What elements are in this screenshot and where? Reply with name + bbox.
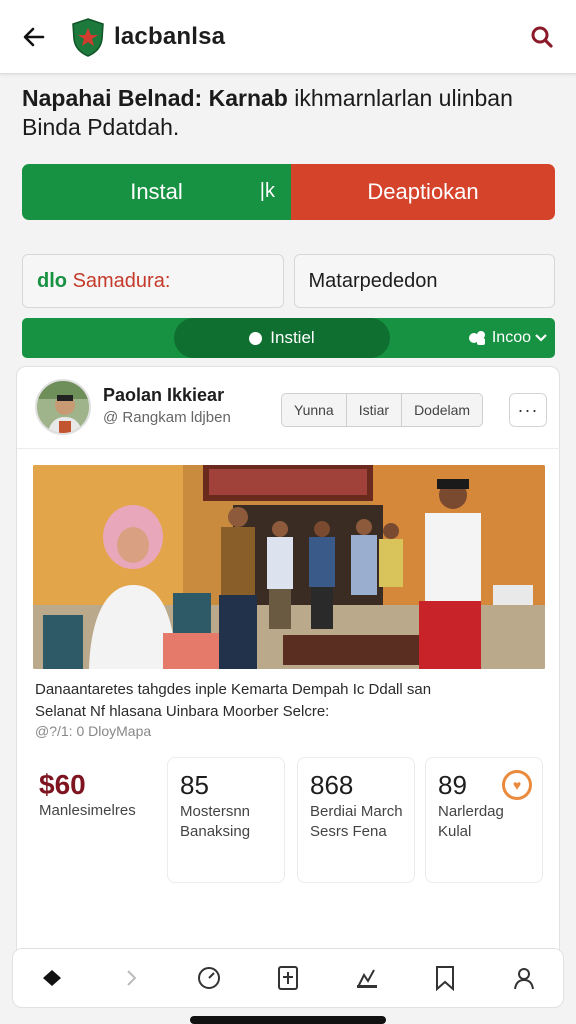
- post-photo[interactable]: [33, 465, 545, 669]
- bookmark-icon: [436, 966, 455, 991]
- avatar-image: [37, 381, 89, 433]
- open-button[interactable]: Deaptiokan: [291, 164, 555, 220]
- install-label: Instal: [130, 179, 183, 204]
- chart-icon: [356, 969, 377, 988]
- category-field-value: Matarpededon: [308, 269, 438, 292]
- top-app-bar: lacbanlsa: [0, 0, 576, 74]
- stat-card-price[interactable]: $60 Manlesimelres: [27, 757, 145, 883]
- location-field[interactable]: dlo Samadura:: [22, 254, 284, 308]
- plus-box-icon: [277, 966, 298, 990]
- stat-value: $60: [39, 769, 86, 800]
- action-buttons: Instal |k Deaptiokan: [22, 164, 555, 220]
- install-banner: Instiel Incoo: [22, 318, 555, 358]
- stat-card-85[interactable]: 85 Mostersnn Banaksing: [167, 757, 285, 883]
- post-author[interactable]: Paolan Ikkiear: [103, 385, 224, 406]
- back-button[interactable]: [16, 19, 52, 55]
- post-caption: Danaantaretes tahgdes inple Kemarta Demp…: [35, 679, 545, 723]
- more-options-button[interactable]: ···: [509, 393, 547, 427]
- location-field-prefix: dlo: [37, 269, 67, 292]
- install-button[interactable]: Instal |k: [22, 164, 291, 220]
- caption-line-2: Selanat Nf hlasana Uinbara Moorber Selcr…: [35, 703, 330, 720]
- status-dot-icon: [249, 331, 263, 345]
- arrow-left-icon: [23, 27, 45, 46]
- stat-label: Narlerdag Kulal: [438, 803, 504, 840]
- open-label: Deaptiokan: [367, 179, 479, 204]
- stat-value: 89: [438, 770, 467, 800]
- page-headline: Napahai Belnad: Karnab ikhmarnlarlan uli…: [22, 84, 562, 142]
- stat-card-89[interactable]: 89 Narlerdag Kulal ♥: [425, 757, 543, 883]
- post-header: Paolan Ikkiear @ Rangkam ldjben Yunna Is…: [17, 367, 561, 449]
- post-meta: @?/1: 0 DloyMapa: [35, 723, 152, 739]
- stat-value: 868: [310, 770, 354, 800]
- shield-logo-icon: [72, 17, 104, 57]
- install-pill-label: Instiel: [270, 328, 315, 347]
- headline-bold: Napahai Belnad: Karnab: [22, 85, 288, 111]
- caption-line-1: Danaantaretes tahgdes inple Kemarta Demp…: [35, 681, 432, 698]
- stat-label: Manlesimelres: [39, 802, 136, 819]
- nav-add[interactable]: [268, 958, 308, 998]
- post-handle: @ Rangkam ldjben: [103, 409, 231, 426]
- dashboard-icon: [198, 967, 221, 989]
- stat-label: Berdiai March Sesrs Fena: [310, 803, 403, 840]
- chevron-down-icon: [535, 334, 547, 342]
- nav-home[interactable]: [32, 958, 72, 998]
- post-segment-control: Yunna Istiar Dodelam: [281, 393, 484, 427]
- home-icon: [43, 970, 62, 986]
- category-field[interactable]: Matarpededon: [293, 254, 555, 308]
- nav-stats[interactable]: [347, 958, 387, 998]
- heart-badge-icon: ♥: [502, 770, 532, 800]
- headline-line2: Binda Pdatdah.: [22, 114, 180, 140]
- home-indicator: [190, 1016, 386, 1024]
- stat-label: Mostersnn Banaksing: [180, 803, 251, 840]
- search-button[interactable]: [524, 19, 560, 55]
- field-row: dlo Samadura: Matarpededon: [22, 254, 555, 308]
- puzzle-icon: [468, 331, 485, 345]
- headline-rest: ikhmarnlarlan ulinban: [294, 85, 513, 111]
- banner-dropdown-label: Incoo: [491, 329, 531, 346]
- install-separator: |k: [259, 180, 275, 202]
- event-photo-image: [33, 465, 545, 669]
- nav-bookmark[interactable]: [425, 958, 465, 998]
- avatar[interactable]: [35, 379, 91, 435]
- segment-istiar[interactable]: Istiar: [347, 394, 403, 426]
- segment-yunna[interactable]: Yunna: [282, 394, 347, 426]
- chevron-right-icon: [127, 970, 137, 986]
- app-title: lacbanlsa: [114, 22, 226, 50]
- install-pill-button[interactable]: Instiel: [174, 318, 390, 358]
- post-card: Paolan Ikkiear @ Rangkam ldjben Yunna Is…: [16, 366, 561, 966]
- nav-dashboard[interactable]: [189, 958, 229, 998]
- segment-dodelam[interactable]: Dodelam: [402, 394, 482, 426]
- stat-value: 85: [180, 770, 209, 800]
- nav-forward[interactable]: [111, 958, 151, 998]
- nav-profile[interactable]: [504, 958, 544, 998]
- profile-icon: [513, 968, 534, 990]
- location-field-value: Samadura:: [72, 269, 171, 292]
- stat-card-868[interactable]: 868 Berdiai March Sesrs Fena: [297, 757, 415, 883]
- search-icon: [531, 26, 553, 48]
- banner-dropdown[interactable]: Incoo: [468, 318, 547, 358]
- bottom-navigation: [12, 948, 564, 1008]
